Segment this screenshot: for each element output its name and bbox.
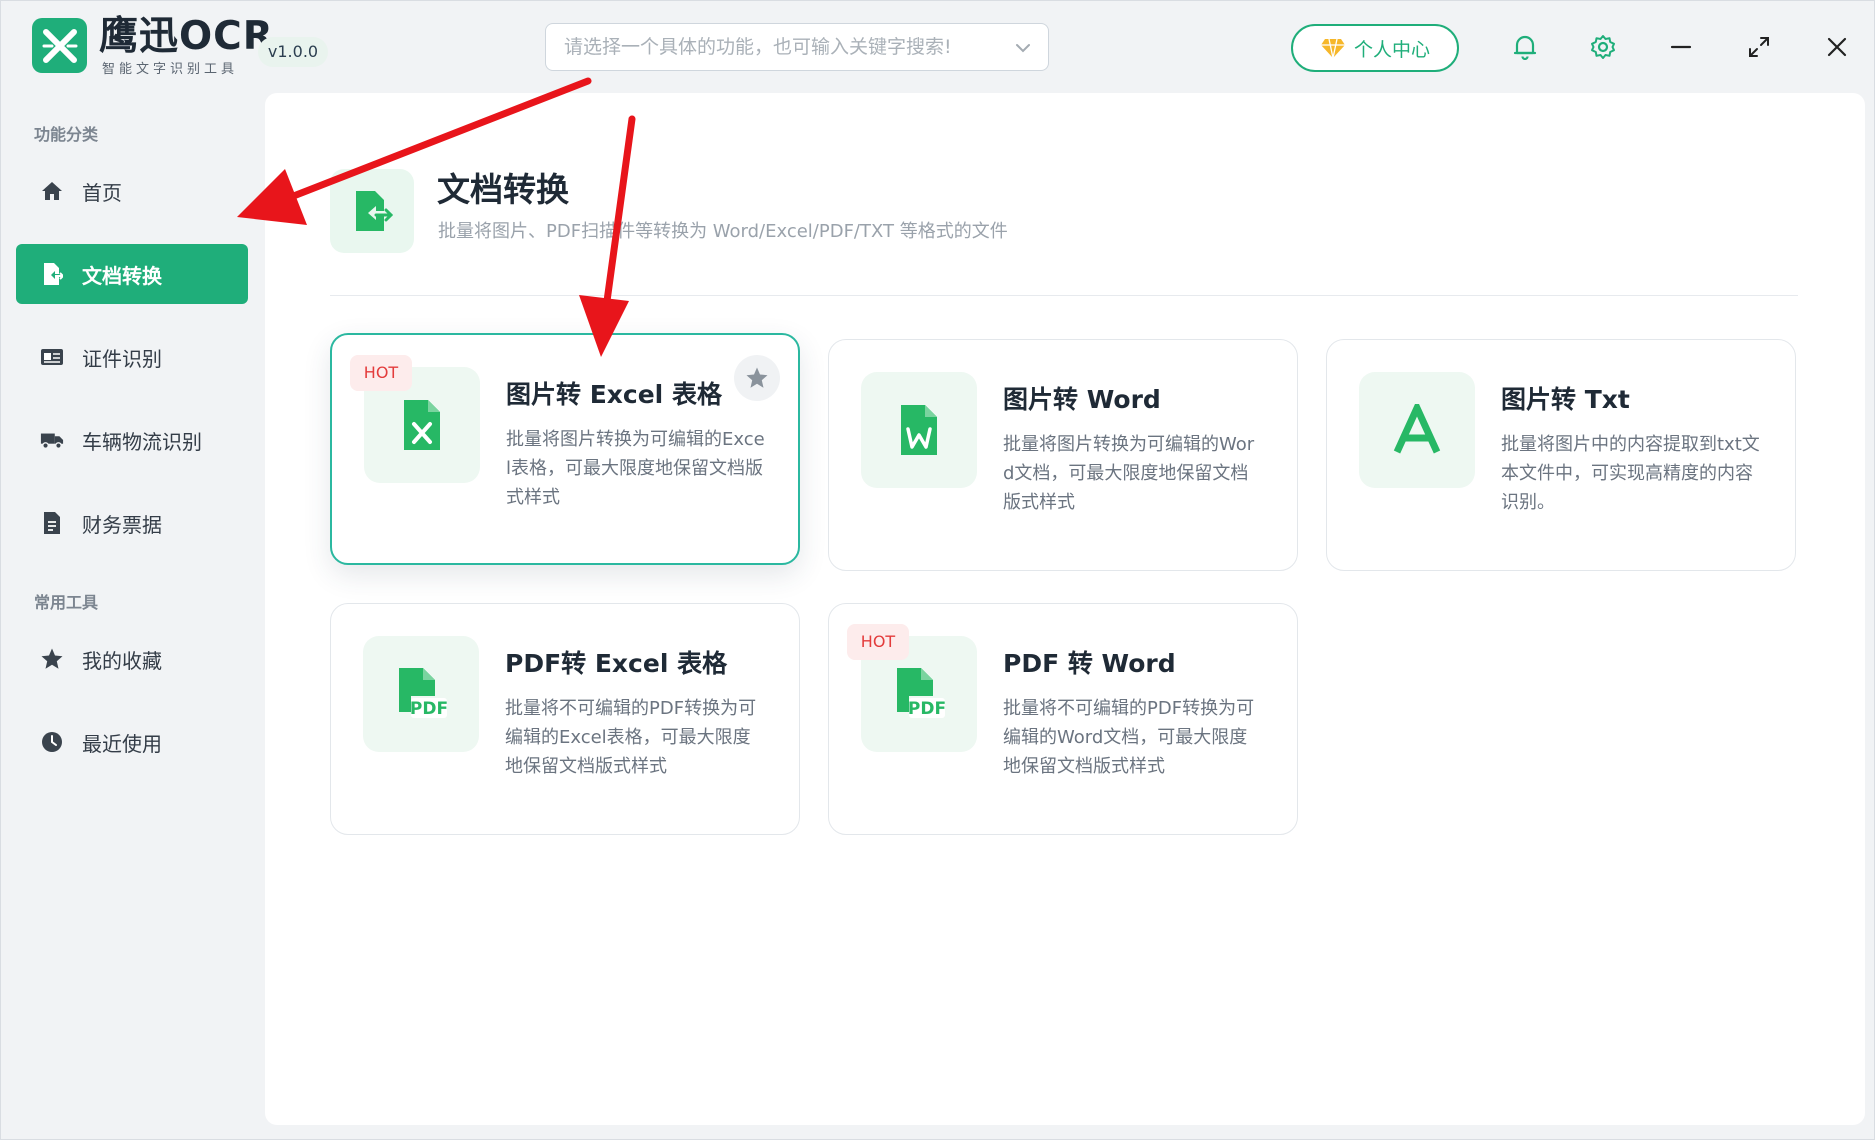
card-description: 批量将图片转换为可编辑的Word文档，可最大限度地保留文档版式样式: [1003, 434, 1255, 513]
diamond-icon: [1320, 38, 1345, 59]
user-center-label: 个人中心: [1353, 38, 1430, 61]
card-description: 批量将不可编辑的PDF转换为可编辑的Word文档，可最大限度地保留文档版式样式: [1003, 698, 1255, 777]
search-input[interactable]: [562, 32, 1002, 62]
card-image-to-word[interactable]: 图片转 Word 批量将图片转换为可编辑的Word文档，可最大限度地保留文档版式…: [828, 339, 1298, 571]
gear-icon[interactable]: [1587, 31, 1619, 63]
star-icon: [746, 367, 768, 388]
sidebar-item-id-recognition[interactable]: 证件识别: [16, 327, 248, 387]
main-panel: 文档转换 批量将图片、PDF扫描件等转换为 Word/Excel/PDF/TXT…: [265, 93, 1865, 1125]
sidebar-item-label: 车辆物流识别: [82, 429, 202, 454]
svg-text:PDF: PDF: [908, 699, 946, 719]
chevron-down-icon[interactable]: [1012, 37, 1034, 59]
sidebar-item-label: 财务票据: [82, 512, 162, 537]
card-pdf-to-word[interactable]: PDF HOT PDF 转 Word 批量将不可编辑的PDF转换为可编辑的Wor…: [828, 603, 1298, 835]
sidebar-item-vehicle-logistics[interactable]: 车辆物流识别: [16, 410, 248, 470]
hot-badge: HOT: [847, 624, 909, 660]
favorite-button[interactable]: [734, 355, 780, 401]
hot-badge: HOT: [350, 355, 412, 391]
card-title: PDF转 Excel 表格: [505, 649, 728, 678]
sidebar-item-label: 我的收藏: [82, 648, 162, 673]
close-icon[interactable]: [1821, 31, 1853, 63]
card-title: 图片转 Txt: [1501, 385, 1630, 414]
minimize-icon[interactable]: [1665, 31, 1697, 63]
home-icon: [40, 179, 64, 203]
divider: [330, 295, 1798, 296]
card-description: 批量将图片中的内容提取到txt文本文件中，可实现高精度的内容识别。: [1501, 434, 1760, 513]
receipt-icon: [40, 511, 64, 535]
word-file-icon: [861, 372, 977, 488]
sidebar-item-label: 首页: [82, 180, 122, 205]
card-title: 图片转 Excel 表格: [506, 380, 722, 409]
card-pdf-to-excel[interactable]: PDF PDF转 Excel 表格 批量将不可编辑的PDF转换为可编辑的Exce…: [330, 603, 800, 835]
category-title: 文档转换: [437, 170, 569, 209]
sidebar-item-label: 证件识别: [82, 346, 162, 371]
sidebar-item-recent[interactable]: 最近使用: [16, 712, 248, 772]
card-title: PDF 转 Word: [1003, 649, 1176, 678]
sidebar-item-label: 文档转换: [82, 263, 162, 288]
card-image-to-txt[interactable]: 图片转 Txt 批量将图片中的内容提取到txt文本文件中，可实现高精度的内容识别…: [1326, 339, 1796, 571]
category-description: 批量将图片、PDF扫描件等转换为 Word/Excel/PDF/TXT 等格式的…: [438, 221, 1008, 242]
doc-convert-icon: [40, 262, 64, 286]
version-badge: v1.0.0: [258, 37, 328, 67]
sidebar-item-home[interactable]: 首页: [16, 161, 248, 221]
section-title-tools: 常用工具: [34, 593, 99, 612]
doc-convert-icon: [330, 169, 414, 253]
truck-icon: [40, 428, 64, 452]
maximize-icon[interactable]: [1743, 31, 1775, 63]
clock-icon: [40, 730, 64, 754]
section-title-categories: 功能分类: [34, 125, 99, 144]
user-center-button[interactable]: 个人中心: [1291, 24, 1459, 72]
pdf-file-icon: PDF: [363, 636, 479, 752]
id-card-icon: [40, 345, 64, 369]
sidebar-item-finance-receipts[interactable]: 财务票据: [16, 493, 248, 553]
search-box[interactable]: [545, 23, 1049, 71]
svg-text:PDF: PDF: [410, 699, 448, 719]
app-name: 鹰迅OCR: [99, 14, 274, 59]
sidebar-item-doc-convert[interactable]: 文档转换: [16, 244, 248, 304]
card-description: 批量将图片转换为可编辑的Excel表格，可最大限度地保留文档版式样式: [506, 429, 765, 508]
text-a-icon: [1359, 372, 1475, 488]
sidebar: 功能分类 首页 文档转换 证件识别 车辆物流识别 财务票据 常用工具 我的收藏 …: [1, 93, 253, 1133]
logo-icon: [32, 18, 87, 73]
sidebar-item-label: 最近使用: [82, 731, 162, 756]
star-icon: [40, 647, 64, 671]
card-description: 批量将不可编辑的PDF转换为可编辑的Excel表格，可最大限度地保留文档版式样式: [505, 698, 757, 777]
bell-icon[interactable]: [1509, 31, 1541, 63]
card-title: 图片转 Word: [1003, 385, 1161, 414]
card-image-to-excel[interactable]: HOT 图片转 Excel 表格 批量将图片转换为可编辑的Excel表格，可最大…: [330, 333, 800, 565]
sidebar-item-favorites[interactable]: 我的收藏: [16, 629, 248, 689]
app-tagline: 智能文字识别工具: [102, 62, 239, 77]
app-window: 鹰迅OCR 智能文字识别工具 v1.0.0 个人中心: [0, 0, 1875, 1140]
title-bar: 鹰迅OCR 智能文字识别工具 v1.0.0 个人中心: [1, 1, 1874, 93]
